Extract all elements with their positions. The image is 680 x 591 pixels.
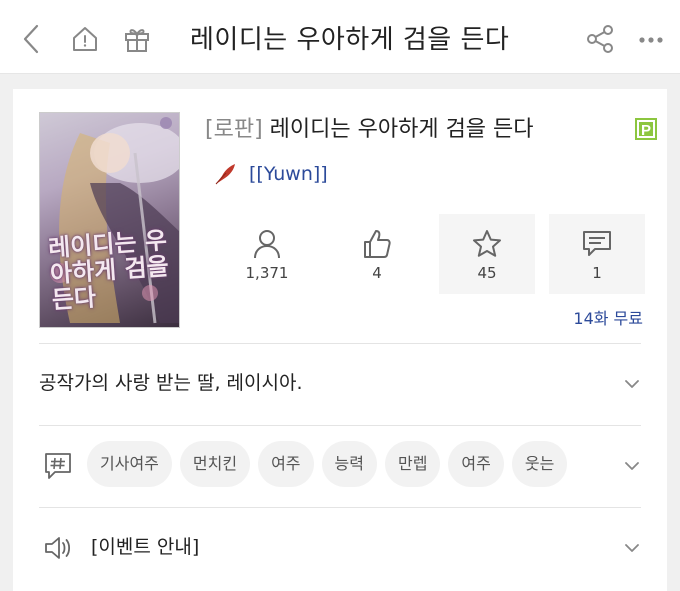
free-episodes-link[interactable]: 14화 무료	[573, 307, 643, 331]
chevron-down-icon[interactable]	[623, 375, 641, 393]
tag-chip[interactable]: 웃는	[511, 441, 568, 487]
comment-icon	[583, 231, 611, 256]
author-name[interactable]: [[Yuwn]]	[249, 159, 328, 189]
divider	[39, 343, 641, 344]
tag-chip[interactable]: 기사여주	[87, 441, 172, 487]
book-cover-image[interactable]: 레이디는 우아하게 검을 든다	[39, 112, 180, 328]
genre-tag: [로판]	[205, 117, 263, 142]
more-icon[interactable]	[634, 26, 668, 54]
page-title: 레이디는 우아하게 검을 든다	[190, 25, 510, 55]
premium-badge: P	[635, 118, 657, 140]
thumbs-up-icon	[364, 230, 391, 258]
tag-list: 기사여주 먼치킨 여주 능력 만렙 여주 웃는	[87, 441, 568, 487]
tag-chip[interactable]: 만렙	[384, 441, 441, 487]
synopsis-text[interactable]: 공작가의 사랑 받는 딸, 레이시아.	[39, 367, 302, 399]
tag-chip[interactable]: 먼치킨	[179, 441, 251, 487]
author-row[interactable]: [[Yuwn]]	[213, 159, 328, 189]
likes-count: 4	[372, 264, 382, 282]
home-icon[interactable]	[68, 22, 102, 56]
hashtag-icon	[45, 453, 71, 479]
book-title: 레이디는 우아하게 검을 든다	[269, 117, 534, 142]
speaker-icon	[45, 537, 71, 559]
tag-chip[interactable]: 능력	[321, 441, 377, 487]
tag-chip[interactable]: 여주	[258, 441, 314, 487]
share-icon[interactable]	[583, 22, 617, 56]
views-stat: 1,371	[219, 214, 315, 294]
divider	[39, 507, 641, 508]
tag-chip[interactable]: 여주	[448, 441, 504, 487]
likes-stat[interactable]: 4	[329, 214, 425, 294]
event-notice-text[interactable]: [이벤트 안내]	[91, 531, 199, 563]
chevron-down-icon[interactable]	[623, 457, 641, 475]
chevron-down-icon[interactable]	[623, 539, 641, 557]
star-icon	[473, 230, 501, 257]
favorites-count: 45	[477, 264, 497, 282]
comments-stat[interactable]: 1	[549, 214, 645, 294]
book-info-card: 레이디는 우아하게 검을 든다 [로판] 레이디는 우아하게 검을 든다 P […	[13, 89, 667, 591]
views-count: 1,371	[245, 264, 289, 282]
top-bar: 레이디는 우아하게 검을 든다	[0, 0, 680, 74]
gift-icon[interactable]	[120, 22, 154, 56]
comments-count: 1	[592, 264, 602, 282]
favorites-stat[interactable]: 45	[439, 214, 535, 294]
cover-title-text: 레이디는 우아하게 검을 든다	[47, 226, 170, 315]
back-icon[interactable]	[14, 22, 48, 56]
quill-icon	[215, 164, 235, 185]
person-icon	[254, 230, 280, 259]
book-title-row: [로판] 레이디는 우아하게 검을 든다	[205, 115, 534, 145]
divider	[39, 425, 641, 426]
